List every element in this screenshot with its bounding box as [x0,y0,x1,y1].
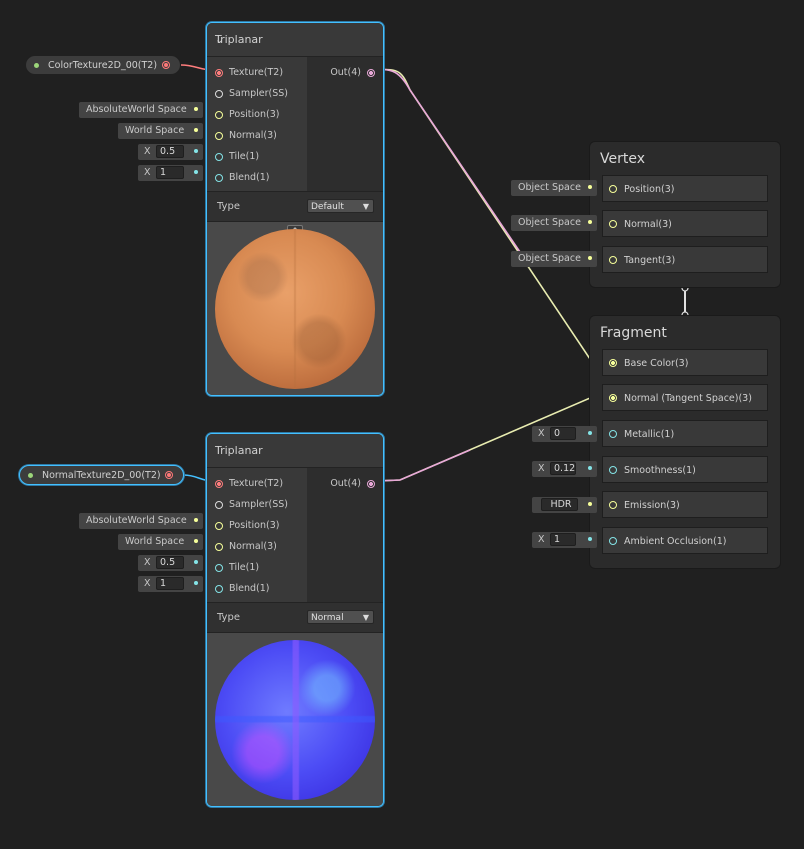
inline-blend-field-2[interactable]: X 1 [138,576,203,592]
dropdown-arrow-icon: ▼ [362,613,369,622]
inline-position-space-2[interactable]: AbsoluteWorld Space [79,513,203,529]
fragment-slot-normal[interactable]: Normal (Tangent Space)(3) [602,384,768,411]
tile-value[interactable]: 0.5 [156,556,184,569]
preview-panel [207,632,383,806]
fragment-slot-smoothness[interactable]: Smoothness(1) [602,456,768,483]
fragment-slot-emission[interactable]: Emission(3) [602,491,768,518]
wire-triplanar-out-pink [375,68,521,253]
input-ports: Texture(T2) Sampler(SS) Position(3) Norm… [207,57,307,193]
property-dot-icon [34,63,39,68]
inline-object-space-position[interactable]: Object Space [511,180,597,196]
type-label: Type [217,612,240,623]
type-dropdown[interactable]: Normal ▼ [307,610,374,624]
preview-sphere-color [215,229,375,389]
property-label: NormalTexture2D_00(T2) [42,470,161,481]
inline-normal-space-2[interactable]: World Space [118,534,203,550]
inline-emission-field[interactable]: HDR [532,497,597,513]
tile-value[interactable]: 0.5 [156,145,184,158]
inline-smoothness-field[interactable]: X 0.12 [532,461,597,477]
property-node-normaltexture[interactable]: NormalTexture2D_00(T2) [19,465,184,485]
input-ports: Texture(T2) Sampler(SS) Position(3) Norm… [207,468,307,604]
output-ports: Out(4) [307,57,383,193]
inline-ao-field[interactable]: X 1 [532,532,597,548]
inline-object-space-normal[interactable]: Object Space [511,215,597,231]
node-settings: Type Normal ▼ [207,602,383,633]
wire-normal-out-pink [375,449,471,482]
metallic-value[interactable]: 0 [550,427,576,440]
vertex-context[interactable]: Vertex Position(3) Normal(3) Tangent(3) [589,141,781,288]
emission-hdr-swatch[interactable]: HDR [541,498,578,511]
property-dot-icon [28,473,33,478]
node-title-bar[interactable]: Triplanar ⌄ [207,23,383,57]
property-node-colortexture[interactable]: ColorTexture2D_00(T2) [25,55,181,75]
inline-position-space[interactable]: AbsoluteWorld Space [79,102,203,118]
blend-value[interactable]: 1 [156,577,184,590]
fragment-slot-ambient-occlusion[interactable]: Ambient Occlusion(1) [602,527,768,554]
output-ports: Out(4) [307,468,383,604]
ao-value[interactable]: 1 [550,533,576,546]
inline-normal-space[interactable]: World Space [118,123,203,139]
inline-metallic-field[interactable]: X 0 [532,426,597,442]
vertex-slot-tangent[interactable]: Tangent(3) [602,246,768,273]
inline-blend-field[interactable]: X 1 [138,165,203,181]
inline-tile-field[interactable]: X 0.5 [138,144,203,160]
blend-value[interactable]: 1 [156,166,184,179]
inline-object-space-tangent[interactable]: Object Space [511,251,597,267]
node-title: Triplanar [215,444,263,457]
type-dropdown[interactable]: Default ▼ [307,199,374,213]
fragment-slot-base-color[interactable]: Base Color(3) [602,349,768,376]
smoothness-value[interactable]: 0.12 [550,462,576,475]
fragment-title: Fragment [600,325,667,341]
fragment-context[interactable]: Fragment Base Color(3) Normal (Tangent S… [589,315,781,569]
fragment-slot-metallic[interactable]: Metallic(1) [602,420,768,447]
property-label: ColorTexture2D_00(T2) [48,60,158,71]
output-port-dot[interactable] [162,61,170,69]
vertex-title: Vertex [600,151,646,167]
vertex-slot-normal[interactable]: Normal(3) [602,210,768,237]
inline-tile-field-2[interactable]: X 0.5 [138,555,203,571]
triplanar-node-normal[interactable]: Triplanar Texture(T2) Sampler(SS) Positi… [206,433,384,807]
preview-sphere-normal [215,640,375,800]
chevron-down-icon[interactable]: ⌄ [215,33,375,46]
node-title-bar[interactable]: Triplanar [207,434,383,468]
type-label: Type [217,201,240,212]
output-port-out[interactable]: Out(4) [315,67,375,83]
preview-panel: ⌃ [207,221,383,395]
node-settings: Type Default ▼ [207,191,383,222]
output-port-dot[interactable] [165,471,173,479]
vertex-slot-position[interactable]: Position(3) [602,175,768,202]
output-port-out[interactable]: Out(4) [315,478,375,494]
dropdown-arrow-icon: ▼ [362,202,369,211]
triplanar-node-color[interactable]: Triplanar ⌄ Texture(T2) Sampler(SS) Posi… [206,22,384,396]
